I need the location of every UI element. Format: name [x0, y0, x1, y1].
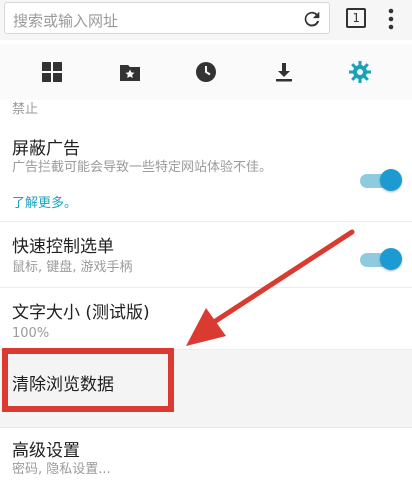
- setting-ad-block[interactable]: 屏蔽广告 广告拦截可能会导致一些特定网站体验不佳。 了解更多。: [0, 122, 412, 222]
- panel-icon-bar: [0, 44, 412, 101]
- setting-subtitle: 鼠标, 键盘, 游戏手柄: [12, 260, 133, 275]
- clock-icon[interactable]: [194, 60, 218, 84]
- setting-title: 文字大小 (测试版): [12, 303, 150, 323]
- setting-title: 高级设置: [12, 441, 80, 461]
- toggle-knob: [380, 248, 402, 270]
- overflow-menu-icon[interactable]: [388, 8, 394, 30]
- quick-control-toggle[interactable]: [360, 248, 402, 270]
- bookmark-star-icon[interactable]: [118, 60, 142, 84]
- learn-more-link[interactable]: 了解更多。: [12, 192, 77, 211]
- toggle-knob: [380, 169, 402, 191]
- setting-text-size[interactable]: 文字大小 (测试版) 100%: [0, 288, 412, 350]
- setting-quick-control-menu[interactable]: 快速控制选单 鼠标, 键盘, 游戏手柄: [0, 222, 412, 288]
- gear-icon[interactable]: [348, 60, 372, 84]
- annotation-highlight-box: [2, 348, 174, 412]
- setting-subtitle: 广告拦截可能会导致一些特定网站体验不佳。: [12, 160, 273, 175]
- url-placeholder: 搜索或输入网址: [13, 12, 119, 30]
- url-search-field[interactable]: 搜索或输入网址: [4, 2, 330, 34]
- reload-icon[interactable]: [301, 8, 323, 30]
- grid-icon[interactable]: [40, 60, 64, 84]
- browser-toolbar: 搜索或输入网址 1: [0, 0, 412, 40]
- setting-title: 快速控制选单: [12, 237, 114, 257]
- setting-advanced[interactable]: 高级设置 密码, 隐私设置...: [0, 428, 412, 480]
- download-icon[interactable]: [272, 60, 296, 84]
- setting-subtitle: 密码, 隐私设置...: [12, 462, 111, 477]
- tab-count-icon[interactable]: 1: [346, 8, 366, 28]
- setting-title: 屏蔽广告: [12, 139, 80, 159]
- previous-item-fragment: 禁止: [12, 102, 39, 117]
- ad-block-toggle[interactable]: [360, 169, 402, 191]
- setting-subtitle: 100%: [12, 326, 50, 341]
